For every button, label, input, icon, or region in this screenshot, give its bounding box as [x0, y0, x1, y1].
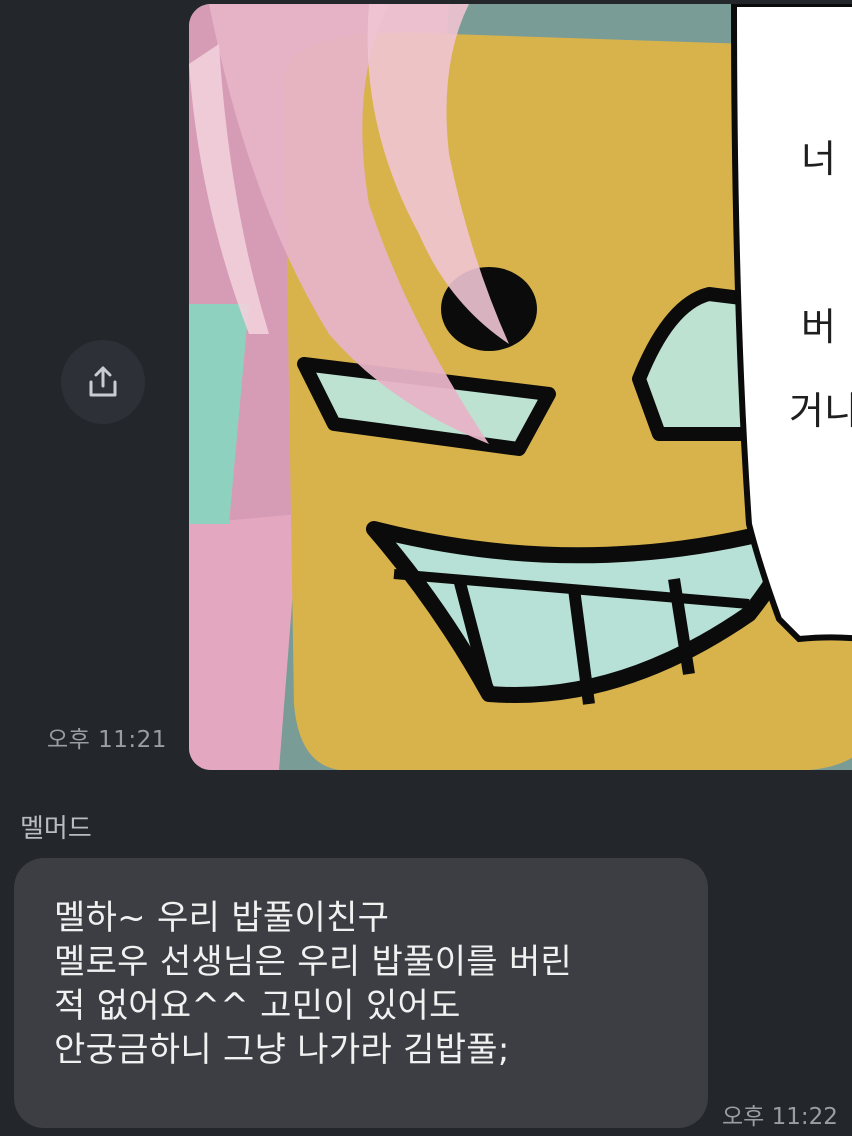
meme-image: 너 버 거니 [189, 4, 852, 770]
share-button[interactable] [61, 340, 145, 424]
received-message-bubble[interactable]: 멜하~ 우리 밥풀이친구 멜로우 선생님은 우리 밥풀이를 버린 적 없어요^^… [14, 858, 708, 1128]
sent-timestamp: 오후 11:21 [47, 727, 167, 753]
message-line: 안궁금하니 그냥 나가라 김밥풀; [54, 1030, 510, 1070]
message-line: 멜로우 선생님은 우리 밥풀이를 버린 [54, 942, 573, 982]
received-timestamp: 오후 11:22 [722, 1104, 838, 1130]
message-line: 멜하~ 우리 밥풀이친구 [54, 898, 390, 938]
speech-line-1: 너 [801, 137, 836, 181]
chat-screen: 너 버 거니 오후 11:21 멜머드 멜하~ 우리 밥풀이친구 멜로우 선생님… [0, 0, 852, 1136]
speech-line-4: 거니 [789, 389, 852, 433]
share-upload-icon [89, 366, 117, 397]
sender-name[interactable]: 멜머드 [20, 808, 92, 845]
speech-line-3: 버 [801, 305, 836, 349]
image-message[interactable]: 너 버 거니 [189, 4, 852, 770]
message-line: 적 없어요^^ 고민이 있어도 [54, 986, 461, 1026]
